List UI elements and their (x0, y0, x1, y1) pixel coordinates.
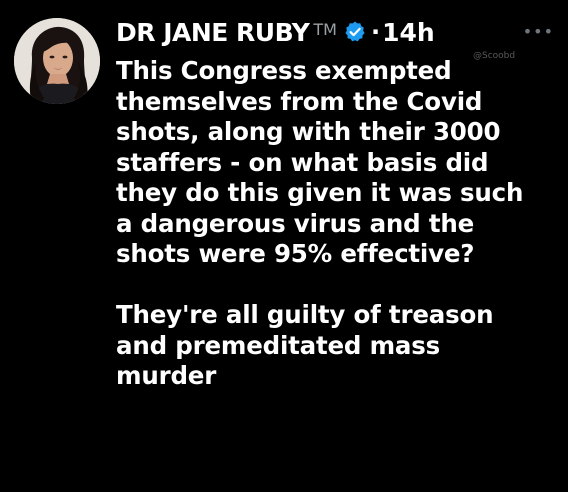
avatar[interactable] (14, 18, 100, 104)
body-line: a dangerous virus and the (116, 208, 475, 238)
post-header: DR JANE RUBY TM · 14h (116, 14, 556, 50)
body-line: They're all guilty of treason (116, 300, 494, 329)
body-line: staffers - on what basis did (116, 147, 489, 177)
post-body: This Congress exempted themselves from t… (116, 56, 556, 392)
body-line: themselves from the Covid (116, 86, 483, 116)
separator-dot: · (370, 18, 381, 46)
more-options-icon[interactable]: ••• (523, 24, 554, 40)
body-line: This Congress exempted (116, 56, 452, 85)
post-timestamp[interactable]: 14h (382, 18, 435, 47)
body-line: shots, along with their 3000 (116, 117, 501, 146)
body-line: murder (116, 361, 217, 390)
author-name[interactable]: DR JANE RUBY (116, 18, 310, 47)
body-line: shots were 95% effective? (116, 239, 475, 268)
post-card[interactable]: DR JANE RUBY TM · 14h ••• @Scoobd This C… (0, 0, 568, 492)
body-line: they do this given it was such (116, 178, 524, 207)
avatar-image (14, 18, 100, 104)
trademark-mark: TM (313, 19, 337, 39)
verified-badge-icon (343, 20, 367, 44)
body-line: and premeditated mass (116, 330, 441, 360)
